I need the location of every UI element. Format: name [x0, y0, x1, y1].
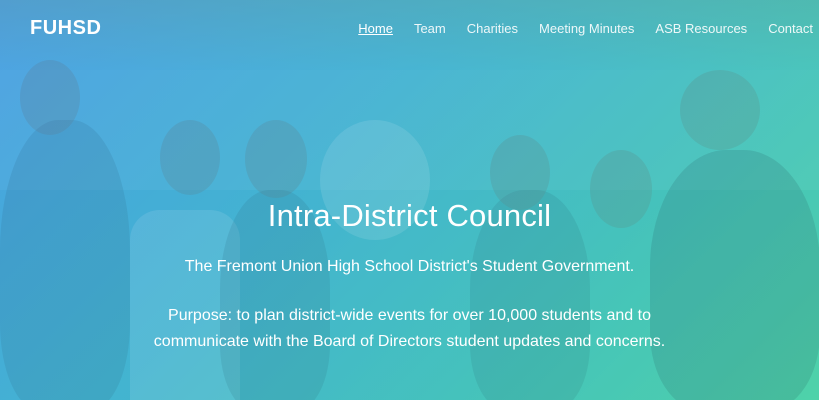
nav-meeting-minutes[interactable]: Meeting Minutes [539, 21, 634, 36]
hero-section: FUHSD Home Team Charities Meeting Minute… [0, 0, 819, 400]
brand-logo-link[interactable]: FUHSD [30, 17, 101, 40]
page-subtitle: The Fremont Union High School District's… [184, 258, 635, 275]
page-title: Intra-District Council [267, 198, 552, 233]
nav-asb-resources[interactable]: ASB Resources [655, 21, 747, 36]
nav-team[interactable]: Team [414, 21, 446, 36]
nav-contact[interactable]: Contact [768, 21, 813, 36]
hero-content: Intra-District Council The Fremont Union… [0, 198, 819, 355]
nav-charities[interactable]: Charities [467, 21, 518, 36]
main-nav: Home Team Charities Meeting Minutes ASB … [337, 21, 813, 36]
nav-home[interactable]: Home [358, 21, 393, 36]
purpose-statement: Purpose: to plan district-wide events fo… [153, 307, 666, 350]
